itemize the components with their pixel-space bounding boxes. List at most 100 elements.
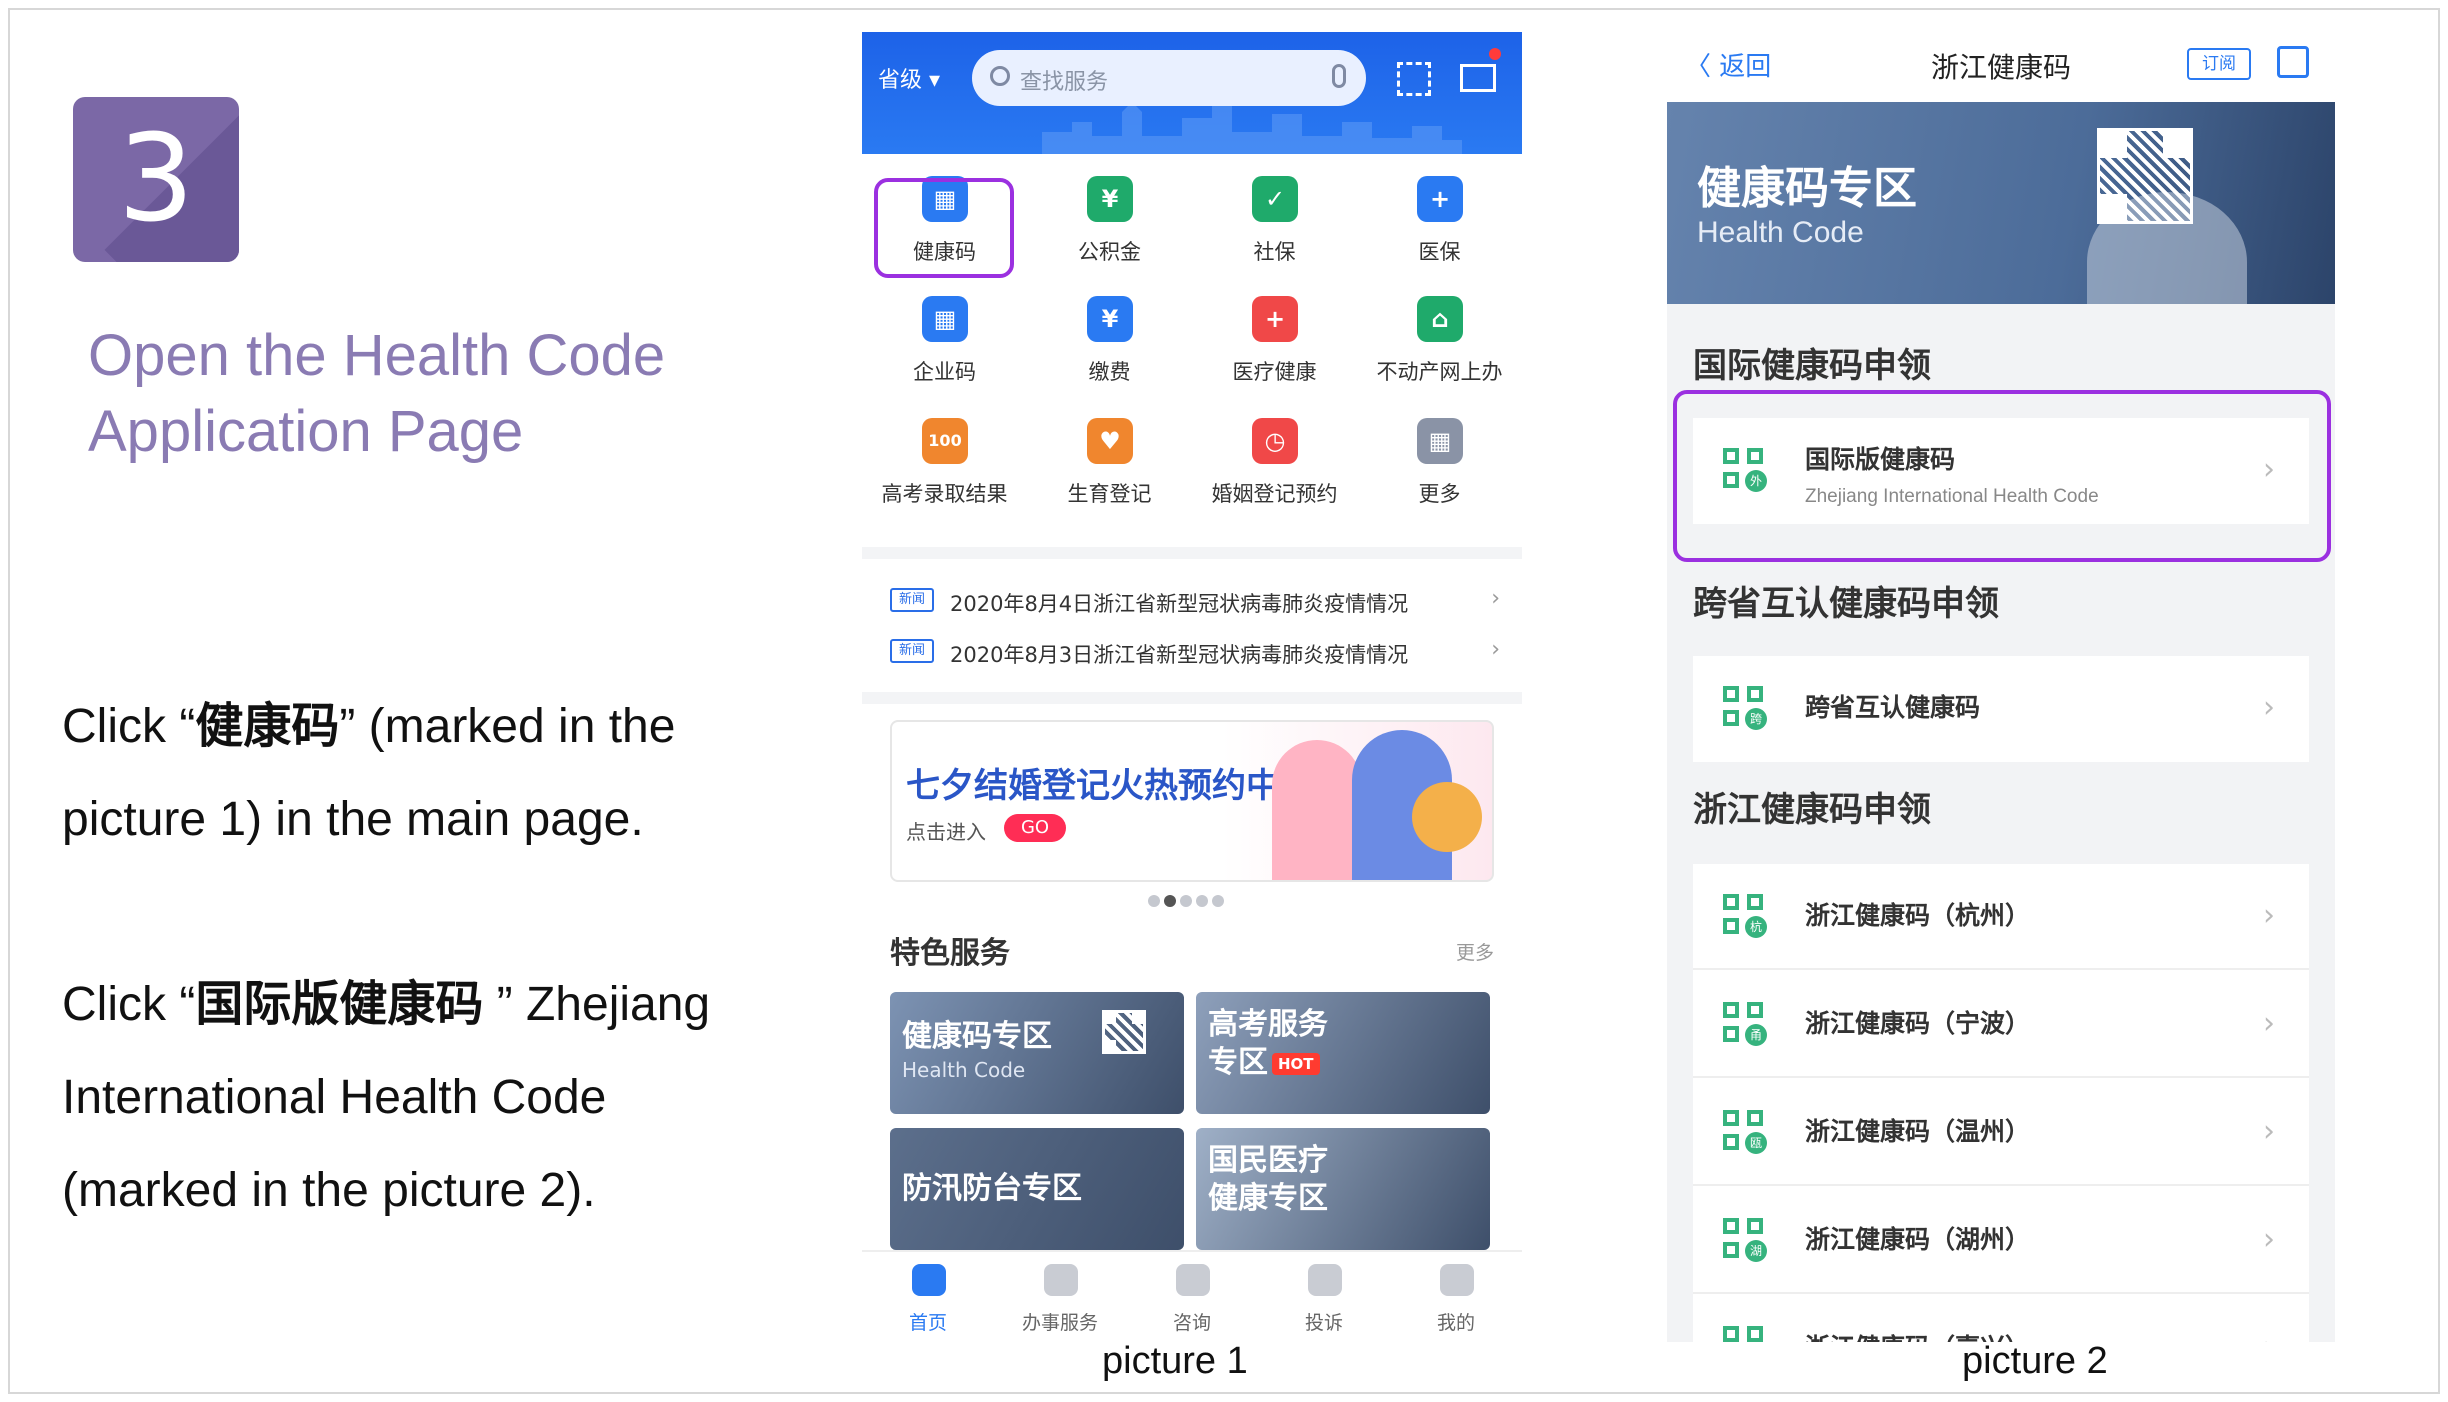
phone-screenshot-1: 省级 ▾ 查找服务 ▦ 健康码 ¥ 公积金 ✓ 社保 + 医保 ▦ 企业码 ¥ 缴费 + 医疗健康 ⌂ 不动产…: [862, 32, 1522, 1342]
grid-item-label: 企业码: [913, 360, 976, 384]
social-security-icon: ✓: [1252, 176, 1298, 222]
card-cross-province: 跨 跨省互认健康码 ›: [1693, 656, 2309, 762]
search-input[interactable]: 查找服务: [972, 50, 1366, 106]
row-zhejiang-health-code[interactable]: 嘉浙江健康码（嘉兴）›: [1693, 1296, 2309, 1342]
search-icon: [990, 66, 1010, 86]
grid-item-label: 高考录取结果: [881, 482, 1008, 506]
qr-code-icon: [2097, 128, 2193, 224]
divider: [862, 692, 1522, 704]
tab-home[interactable]: 首页: [862, 1252, 994, 1342]
row-zhejiang-health-code[interactable]: 湖 浙江健康码（湖州） ›: [1693, 1188, 2309, 1294]
grid-item[interactable]: + 医疗健康: [1192, 292, 1357, 402]
icon-badge: 甬: [1745, 1024, 1767, 1046]
step-badge: 3: [73, 97, 239, 262]
carousel-dot-active: [1164, 895, 1176, 907]
app-header: 省级 ▾ 查找服务: [862, 32, 1522, 154]
tab-services[interactable]: 办事服务: [994, 1252, 1126, 1342]
tab-complaint[interactable]: 投诉: [1258, 1252, 1390, 1342]
user-icon: [1440, 1264, 1474, 1296]
grid-item[interactable]: ▦ 企业码: [862, 292, 1027, 402]
instruction-text: Click “: [62, 700, 196, 753]
grid-item-label: 公积金: [1078, 240, 1141, 264]
flower-illustration: [1412, 782, 1482, 852]
tile-sub: Health Code: [902, 1058, 1026, 1082]
tile-title-line: 健康专区: [1208, 1181, 1328, 1216]
carousel-dot: [1212, 895, 1224, 907]
microphone-icon[interactable]: [1332, 64, 1346, 88]
mail-icon[interactable]: [1460, 64, 1496, 92]
go-button[interactable]: GO: [1004, 814, 1066, 842]
health-code-icon: 杭: [1723, 894, 1769, 940]
row-zhejiang-health-code[interactable]: 杭 浙江健康码（杭州） ›: [1693, 864, 2309, 970]
row-title: 浙江健康码（湖州）: [1805, 1225, 2031, 1254]
card-zhejiang: 杭 浙江健康码（杭州） › 甬 浙江健康码（宁波） › 瓯 浙江健康码（温州） › 湖 浙江健康码（…: [1693, 864, 2309, 1342]
row-title: 浙江健康码（杭州）: [1805, 901, 2031, 930]
tile-health-code[interactable]: 健康码专区 Health Code: [890, 992, 1184, 1114]
chevron-right-icon: ›: [2263, 1330, 2275, 1342]
tab-profile[interactable]: 我的: [1390, 1252, 1522, 1342]
grid-item[interactable]: 100 高考录取结果: [862, 414, 1027, 524]
tile-title-line: 国民医疗: [1208, 1143, 1328, 1178]
instruction-bold-text: 健康码: [195, 700, 340, 753]
tile-title-line: 高考服务: [1208, 1007, 1328, 1042]
row-title: 浙江健康码（宁波）: [1805, 1009, 2031, 1038]
instruction-2-line-3: (marked in the picture 2).: [62, 1164, 596, 1217]
slide-title: Open the Health Code Application Page: [88, 318, 808, 470]
grid-item[interactable]: ▦ 更多: [1357, 414, 1522, 524]
carousel-dots[interactable]: [1148, 892, 1228, 907]
news-item[interactable]: 新闻 2020年8月4日浙江省新型冠状病毒肺炎疫情情况 ›: [890, 584, 1500, 618]
grid-item[interactable]: ¥ 公积金: [1027, 172, 1192, 282]
tile-title: 防汛防台专区: [902, 1171, 1082, 1206]
row-cross-province-health-code[interactable]: 跨 跨省互认健康码 ›: [1693, 656, 2309, 762]
banner-sub: 点击进入: [906, 820, 986, 844]
birth-registration-icon: ♥: [1087, 418, 1133, 464]
qr-code-icon: [1102, 1010, 1146, 1054]
grid-item-label: 更多: [1418, 482, 1461, 506]
health-code-icon: 嘉: [1723, 1326, 1769, 1342]
grid-item[interactable]: ✓ 社保: [1192, 172, 1357, 282]
back-button[interactable]: 〈 返回: [1685, 46, 1771, 83]
health-code-icon: 瓯: [1723, 1110, 1769, 1156]
subscribe-button[interactable]: 订阅: [2187, 48, 2251, 80]
promo-banner[interactable]: 七夕结婚登记火热预约中 点击进入 GO: [890, 720, 1494, 882]
more-link[interactable]: 更多: [1456, 938, 1494, 965]
tile-exam-service[interactable]: 高考服务 专区 HOT: [1196, 992, 1490, 1114]
grid-item-label: 不动产网上办: [1376, 360, 1503, 384]
nav-bar: 浙江健康码 〈 返回 订阅: [1667, 32, 2335, 102]
tab-consult[interactable]: 咨询: [1126, 1252, 1258, 1342]
news-text: 2020年8月3日浙江省新型冠状病毒肺炎疫情情况: [950, 643, 1409, 667]
featured-services-title: 特色服务: [890, 936, 1010, 971]
region-level-dropdown[interactable]: 省级 ▾: [878, 62, 940, 94]
health-code-icon: 湖: [1723, 1218, 1769, 1264]
banner-subtitle: Health Code: [1697, 216, 1864, 249]
tile-flood-prevention[interactable]: 防汛防台专区: [890, 1128, 1184, 1250]
grid-item[interactable]: ⌂ 不动产网上办: [1357, 292, 1522, 402]
grid-item[interactable]: + 医保: [1357, 172, 1522, 282]
row-zhejiang-health-code[interactable]: 瓯 浙江健康码（温州） ›: [1693, 1080, 2309, 1186]
bottom-tab-bar: 首页 办事服务 咨询 投诉 我的: [862, 1250, 1522, 1342]
tab-label: 投诉: [1304, 1312, 1343, 1334]
carousel-dot: [1148, 895, 1160, 907]
chevron-right-icon: ›: [2263, 1222, 2275, 1257]
row-title: 浙江健康码（温州）: [1805, 1117, 2031, 1146]
news-item[interactable]: 新闻 2020年8月3日浙江省新型冠状病毒肺炎疫情情况 ›: [890, 635, 1500, 669]
instruction-bold-text: 国际版健康码: [195, 978, 484, 1031]
payment-icon: ¥: [1087, 296, 1133, 342]
chevron-right-icon: ›: [2263, 690, 2275, 725]
tile-medical-health[interactable]: 国民医疗 健康专区: [1196, 1128, 1490, 1250]
grid-item[interactable]: ◷ 婚姻登记预约: [1192, 414, 1357, 524]
grid-item[interactable]: ♥ 生育登记: [1027, 414, 1192, 524]
shield-icon: [1308, 1264, 1342, 1296]
divider: [862, 547, 1522, 559]
row-zhejiang-health-code[interactable]: 甬 浙江健康码（宁波） ›: [1693, 972, 2309, 1078]
scan-icon[interactable]: [1397, 62, 1431, 96]
housing-fund-icon: ¥: [1087, 176, 1133, 222]
tile-title: 国民医疗 健康专区: [1208, 1142, 1328, 1218]
chevron-right-icon: ›: [1491, 637, 1500, 662]
health-code-banner: 健康码专区 Health Code: [1667, 102, 2335, 304]
news-text: 2020年8月4日浙江省新型冠状病毒肺炎疫情情况: [950, 592, 1409, 616]
share-icon[interactable]: [2277, 46, 2309, 78]
title-line-2: Application Page: [88, 399, 524, 464]
grid-item[interactable]: ¥ 缴费: [1027, 292, 1192, 402]
instruction-2-line-2: International Health Code: [62, 1071, 607, 1124]
